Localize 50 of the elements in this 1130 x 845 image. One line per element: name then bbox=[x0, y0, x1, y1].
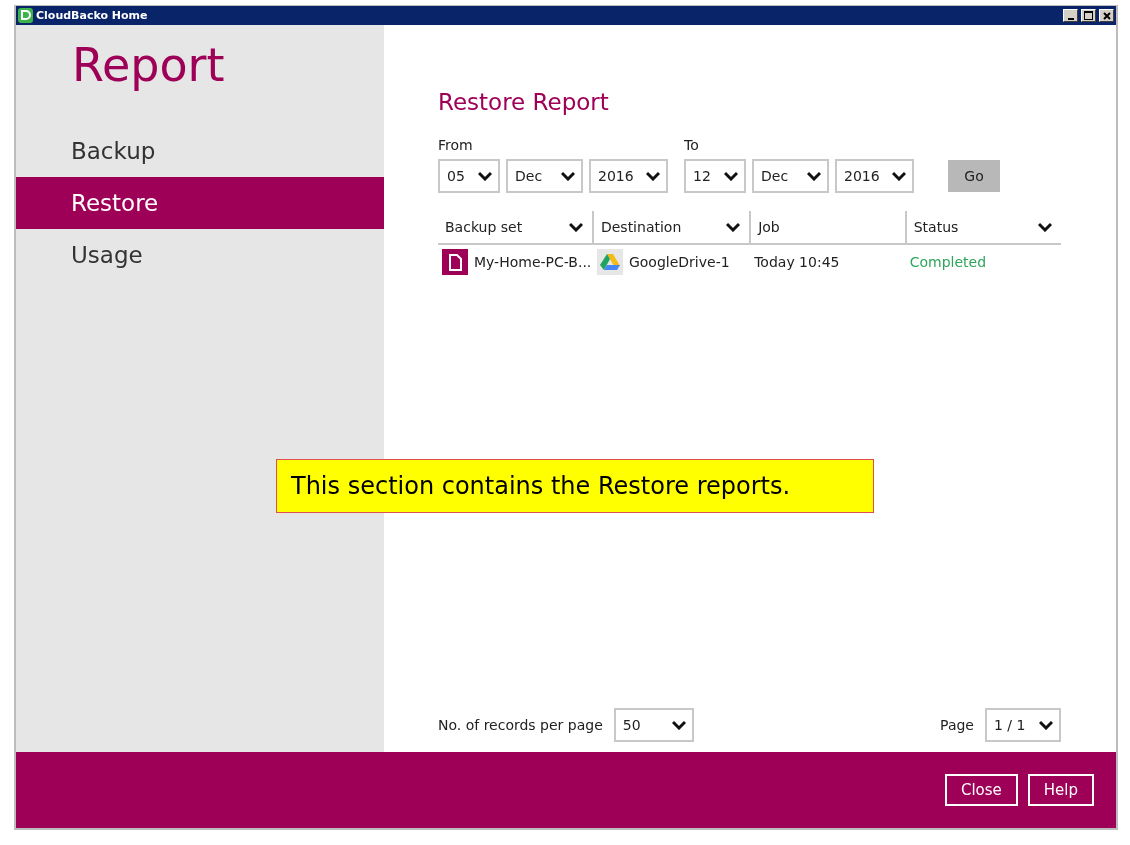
chevron-down-icon bbox=[478, 171, 492, 181]
footer-button[interactable]: Help bbox=[1027, 774, 1094, 806]
callout-note: This section contains the Restore reports. bbox=[276, 459, 874, 513]
close-icon bbox=[1102, 11, 1111, 20]
table-cell: GoogleDrive-1 bbox=[628, 254, 730, 270]
chevron-down-icon bbox=[1039, 720, 1053, 730]
month-dropdown[interactable]: Dec bbox=[506, 159, 583, 193]
sidebar-item[interactable]: Restore bbox=[16, 177, 384, 229]
chevron-down-icon bbox=[724, 171, 738, 181]
year-dropdown[interactable]: 2016 bbox=[589, 159, 668, 193]
day-dropdown[interactable]: 12 bbox=[684, 159, 746, 193]
minimize-button[interactable] bbox=[1063, 9, 1078, 22]
chevron-down-icon bbox=[646, 171, 660, 181]
maximize-icon bbox=[1084, 11, 1093, 20]
minimize-icon bbox=[1067, 17, 1074, 20]
chevron-down-icon bbox=[671, 720, 686, 730]
window-title: CloudBacko Home bbox=[36, 9, 148, 22]
page-dropdown[interactable]: 1 / 1 bbox=[985, 708, 1061, 742]
sidebar-item[interactable]: Usage bbox=[16, 229, 384, 281]
column-header[interactable]: Job bbox=[751, 211, 905, 243]
table-cell: Today 10:45 bbox=[754, 254, 840, 270]
records-label: No. of records per page bbox=[438, 717, 603, 733]
app-logo-icon bbox=[18, 8, 33, 23]
column-header[interactable]: Status bbox=[906, 211, 1061, 243]
page-label: Page bbox=[940, 717, 974, 733]
date-label: To bbox=[684, 137, 700, 155]
status-text: Completed bbox=[909, 254, 987, 270]
chevron-down-icon bbox=[892, 171, 906, 181]
month-dropdown[interactable]: Dec bbox=[752, 159, 829, 193]
drive-icon bbox=[596, 249, 623, 275]
column-header[interactable]: Backup set bbox=[438, 211, 592, 243]
maximize-button[interactable] bbox=[1081, 9, 1096, 22]
footer-button[interactable]: Close bbox=[944, 774, 1018, 806]
chevron-down-icon bbox=[568, 222, 583, 232]
close-button[interactable] bbox=[1099, 9, 1114, 22]
day-dropdown[interactable]: 05 bbox=[438, 159, 500, 193]
go-button[interactable]: Go bbox=[948, 160, 1000, 192]
chevron-down-icon bbox=[726, 222, 741, 232]
year-dropdown[interactable]: 2016 bbox=[835, 159, 914, 193]
page-title: Report bbox=[71, 37, 226, 94]
column-header[interactable]: Destination bbox=[593, 211, 750, 243]
section-title: Restore Report bbox=[438, 89, 610, 117]
table-cell: My-Home-PC-B... bbox=[474, 254, 592, 270]
chevron-down-icon bbox=[561, 171, 575, 181]
chevron-down-icon bbox=[1038, 222, 1052, 232]
sidebar-item[interactable]: Backup bbox=[16, 125, 384, 177]
chevron-down-icon bbox=[807, 171, 821, 181]
records-dropdown[interactable]: 50 bbox=[613, 708, 694, 742]
date-label: From bbox=[438, 137, 474, 155]
document-icon bbox=[442, 249, 468, 275]
